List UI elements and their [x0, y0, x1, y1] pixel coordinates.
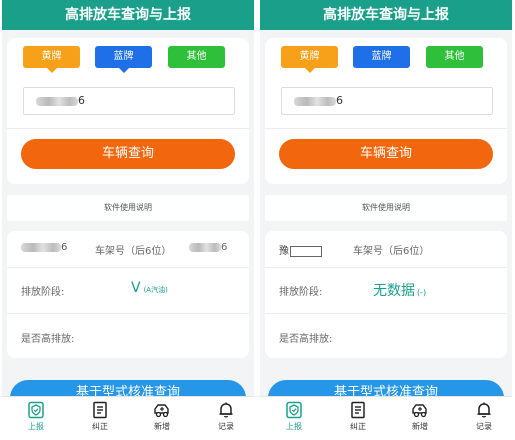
plate-number-input[interactable]: 6 — [23, 87, 235, 115]
tab-yellow-plate[interactable]: 黄牌 — [281, 46, 338, 73]
vin-value-suffix: 6 — [221, 242, 228, 253]
redacted-text — [294, 96, 336, 106]
plate-display: 6 — [21, 242, 67, 253]
report-icon — [286, 401, 302, 419]
phone-screen-right: 高排放车查询与上报 黄牌 蓝牌 其他 6 车辆查询 软件使用说明 豫 车架号（后… — [260, 0, 512, 440]
phone-screen-left: 高排放车查询与上报 黄牌 蓝牌 其他 6 车辆查询 软件使用说明 6 车架号（后… — [2, 0, 254, 440]
nav-label: 新增 — [154, 422, 170, 431]
stage-sub: (A汽油) — [143, 286, 168, 294]
tab-label: 蓝牌 — [371, 51, 392, 62]
add-vehicle-icon — [412, 404, 427, 418]
plate-input-suffix: 6 — [336, 94, 343, 107]
high-emission-row: 是否高排放: — [265, 313, 507, 358]
page-title: 高排放车查询与上报 — [260, 0, 512, 30]
plate-vin-row: 6 车架号（后6位） 6 — [7, 231, 249, 267]
stage-value-text: V — [131, 280, 141, 296]
nav-label: 纠正 — [350, 422, 366, 431]
stage-value: V (A汽油) — [131, 280, 168, 296]
redacted-text — [36, 96, 78, 106]
help-link[interactable]: 软件使用说明 — [7, 195, 249, 221]
plate-display-suffix: 6 — [61, 242, 68, 253]
nav-label: 纠正 — [92, 422, 108, 431]
records-bell-icon — [477, 402, 491, 418]
plate-input-suffix: 6 — [78, 94, 85, 107]
tab-other-plate[interactable]: 其他 — [426, 46, 483, 68]
result-card: 6 车架号（后6位） 6 排放阶段: V (A汽油) 是否高排放: — [7, 231, 249, 358]
nav-correct[interactable]: 纠正 — [338, 401, 378, 432]
selected-arrow-icon — [46, 68, 57, 73]
high-emission-label: 是否高排放: — [279, 334, 333, 345]
plate-vin-row: 豫 车架号（后6位） — [265, 231, 507, 267]
divider — [265, 128, 507, 129]
stage-row: 排放阶段: V (A汽油) — [7, 267, 249, 313]
tab-label: 其他 — [186, 51, 207, 62]
tab-blue-plate[interactable]: 蓝牌 — [95, 46, 152, 73]
vin-label: 车架号（后6位） — [353, 246, 430, 257]
nav-label: 上报 — [28, 422, 44, 431]
selected-arrow-icon — [304, 68, 315, 73]
tab-label: 蓝牌 — [113, 51, 134, 62]
stage-sub: (-) — [417, 288, 427, 297]
tab-label: 黄牌 — [41, 51, 62, 62]
redacted-text — [189, 242, 221, 252]
vin-label: 车架号（后6位） — [95, 246, 172, 257]
stage-value: 无数据 (-) — [373, 280, 426, 300]
tab-other-plate[interactable]: 其他 — [168, 46, 225, 68]
nav-report[interactable]: 上报 — [274, 401, 314, 432]
nav-report[interactable]: 上报 — [16, 401, 56, 432]
nav-label: 记录 — [476, 422, 492, 431]
stage-label: 排放阶段: — [21, 287, 65, 298]
redacted-box — [290, 245, 322, 257]
bottom-nav: 上报 纠正 新增 记录 — [260, 396, 512, 440]
stage-value-text: 无数据 — [373, 283, 415, 299]
correct-icon — [93, 401, 107, 419]
vehicle-query-button[interactable]: 车辆查询 — [279, 139, 493, 169]
high-emission-row: 是否高排放: — [7, 313, 249, 358]
vehicle-query-button[interactable]: 车辆查询 — [21, 139, 235, 169]
query-card: 黄牌 蓝牌 其他 6 车辆查询 — [265, 38, 507, 184]
nav-label: 记录 — [218, 422, 234, 431]
tab-label: 黄牌 — [299, 51, 320, 62]
help-link[interactable]: 软件使用说明 — [265, 195, 507, 221]
bottom-nav: 上报 纠正 新增 记录 — [2, 396, 254, 440]
nav-add[interactable]: 新增 — [400, 401, 440, 432]
stage-row: 排放阶段: 无数据 (-) — [265, 267, 507, 313]
high-emission-label: 是否高排放: — [21, 334, 75, 345]
tab-yellow-plate[interactable]: 黄牌 — [23, 46, 80, 73]
nav-records[interactable]: 记录 — [206, 401, 246, 432]
vin-value: 6 — [189, 242, 227, 253]
divider — [7, 128, 249, 129]
redacted-text — [21, 242, 61, 252]
records-bell-icon — [219, 402, 233, 418]
nav-correct[interactable]: 纠正 — [80, 401, 120, 432]
page-title: 高排放车查询与上报 — [2, 0, 254, 30]
report-icon — [28, 401, 44, 419]
nav-add[interactable]: 新增 — [142, 401, 182, 432]
query-card: 黄牌 蓝牌 其他 6 车辆查询 — [7, 38, 249, 184]
tab-label: 其他 — [444, 51, 465, 62]
selected-arrow-icon — [118, 68, 129, 73]
nav-records[interactable]: 记录 — [464, 401, 504, 432]
stage-label: 排放阶段: — [279, 287, 323, 298]
nav-label: 新增 — [412, 422, 428, 431]
add-vehicle-icon — [154, 404, 169, 418]
correct-icon — [351, 401, 365, 419]
nav-label: 上报 — [286, 422, 302, 431]
tab-blue-plate[interactable]: 蓝牌 — [353, 46, 410, 68]
plate-number-input[interactable]: 6 — [281, 87, 493, 115]
result-card: 豫 车架号（后6位） 排放阶段: 无数据 (-) 是否高排放: — [265, 231, 507, 358]
plate-display-prefix: 豫 — [279, 246, 289, 257]
plate-display: 豫 — [279, 242, 322, 257]
